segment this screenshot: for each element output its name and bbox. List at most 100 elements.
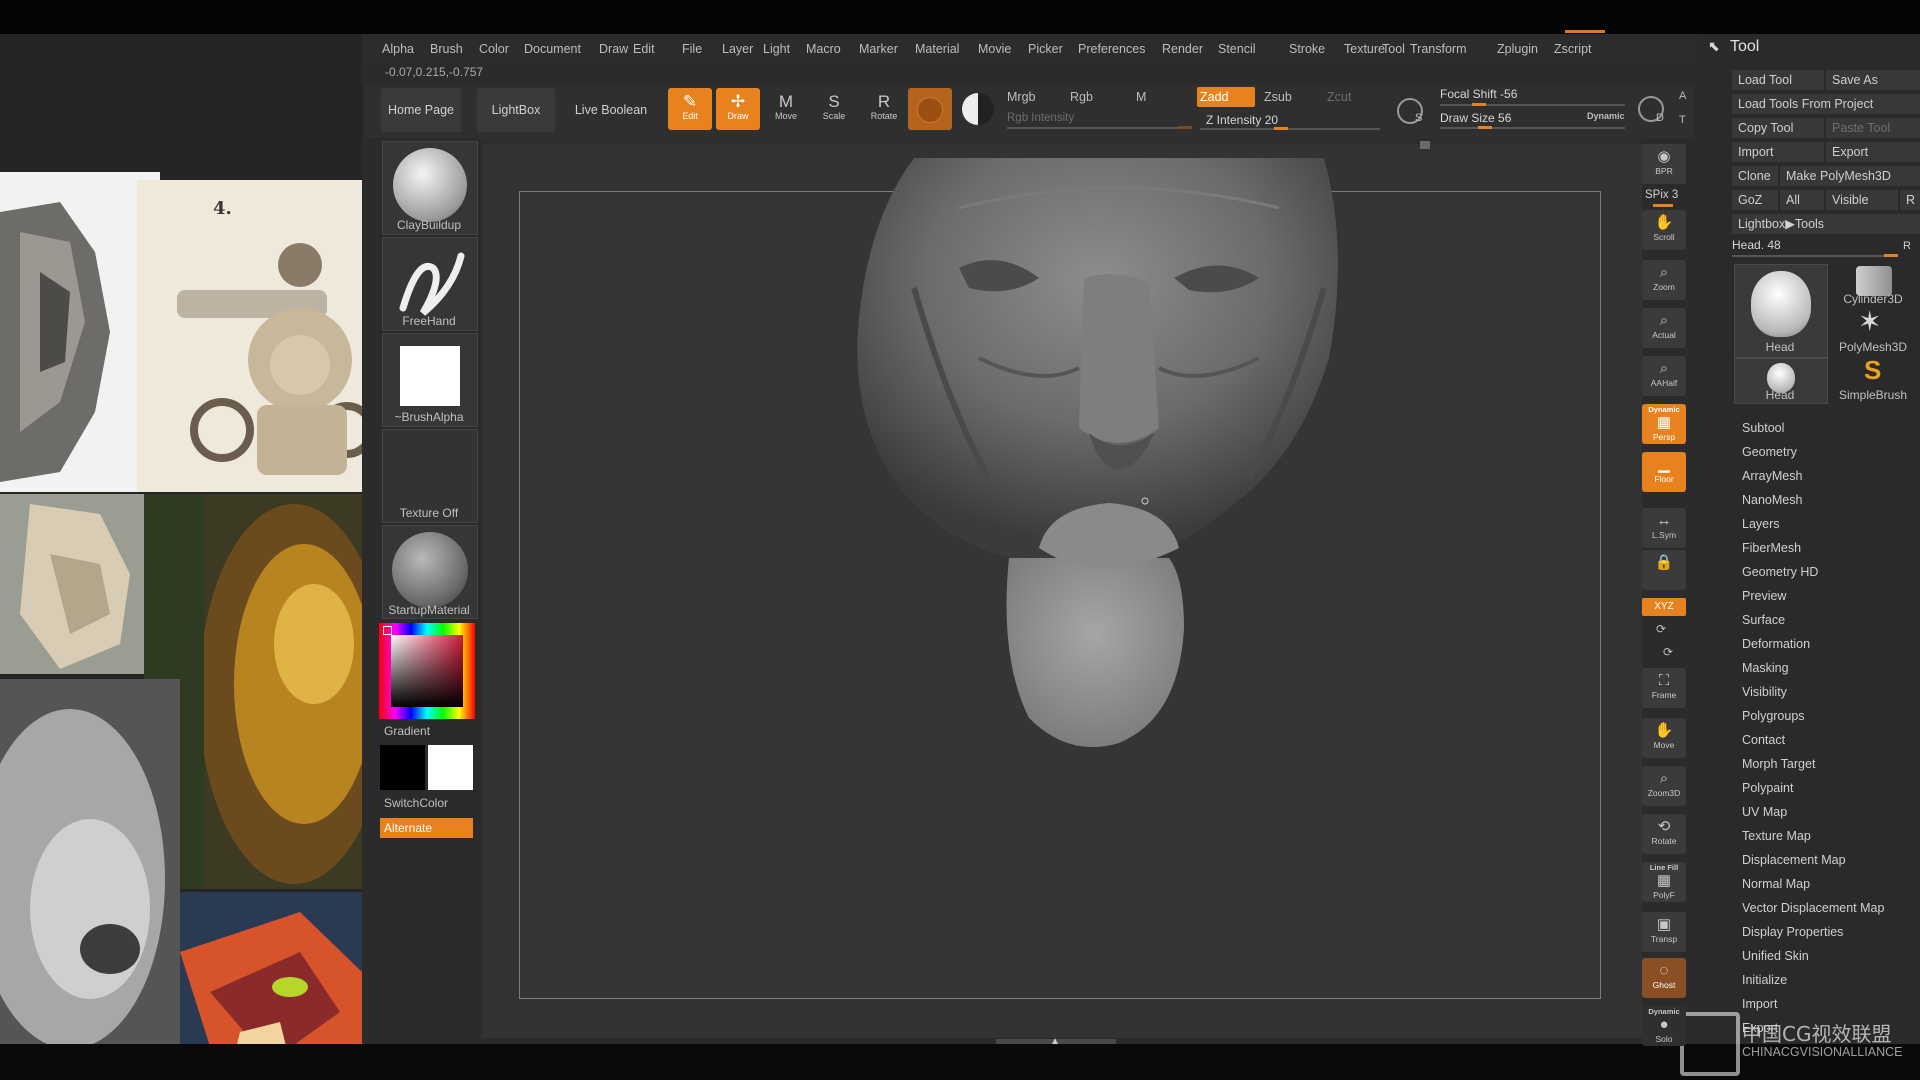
subpalette-geometry[interactable]: Geometry — [1742, 445, 1797, 459]
main-color-swatch[interactable] — [428, 745, 473, 790]
subpalette-nanomesh[interactable]: NanoMesh — [1742, 493, 1802, 507]
menu-document[interactable]: Document — [524, 42, 581, 56]
rotate-z-icon[interactable]: ⟳ — [1663, 645, 1673, 659]
rgb-intensity-slider-label[interactable]: Rgb Intensity — [1007, 112, 1074, 124]
tool-thumb-label[interactable]: SimpleBrush — [1826, 388, 1920, 402]
current-tool-slider-track[interactable] — [1732, 255, 1898, 257]
canvas-scroll-handle[interactable] — [1420, 141, 1430, 149]
subpalette-unified-skin[interactable]: Unified Skin — [1742, 949, 1809, 963]
spix-label[interactable]: SPix 3 — [1645, 189, 1678, 201]
menu-render[interactable]: Render — [1162, 42, 1203, 56]
make-polymesh3d-button[interactable]: Make PolyMesh3D — [1780, 166, 1920, 186]
menu-transform[interactable]: Transform — [1410, 42, 1467, 56]
canvas-top-scroll[interactable] — [482, 138, 1642, 144]
spix-slider-knob[interactable] — [1653, 204, 1673, 207]
menu-stroke[interactable]: Stroke — [1289, 42, 1325, 56]
menu-material[interactable]: Material — [915, 42, 959, 56]
subpalette-preview[interactable]: Preview — [1742, 589, 1786, 603]
subpalette-import[interactable]: Import — [1742, 997, 1777, 1011]
zcut-toggle[interactable]: Zcut — [1327, 90, 1351, 104]
current-tool-slider-label[interactable]: Head. 48 — [1732, 238, 1781, 252]
subpalette-initialize[interactable]: Initialize — [1742, 973, 1787, 987]
save-as-button[interactable]: Save As — [1826, 70, 1920, 90]
rotate-y-icon[interactable]: ⟳ — [1656, 622, 1666, 636]
secondary-color-swatch[interactable] — [380, 745, 425, 790]
draw-size-track[interactable] — [1440, 127, 1625, 129]
export-tool-button[interactable]: Export — [1826, 142, 1920, 162]
menu-edit[interactable]: Edit — [633, 42, 655, 56]
rgb-intensity-track[interactable] — [1007, 127, 1192, 129]
xyz-symmetry-toggle[interactable]: XYZ — [1642, 598, 1686, 616]
goz-button[interactable]: GoZ — [1732, 190, 1778, 210]
import-tool-button[interactable]: Import — [1732, 142, 1824, 162]
load-tools-from-project-button[interactable]: Load Tools From Project — [1732, 94, 1920, 114]
z-intensity-slider-label[interactable]: Z Intensity 20 — [1206, 113, 1278, 127]
menu-file[interactable]: File — [682, 42, 702, 56]
menu-tool[interactable]: Tool — [1382, 42, 1405, 56]
subpalette-texture-map[interactable]: Texture Map — [1742, 829, 1811, 843]
rotate-view-button[interactable]: ⟲ Rotate — [1642, 814, 1686, 854]
color-picker[interactable] — [379, 623, 475, 719]
menu-layer[interactable]: Layer — [722, 42, 753, 56]
color-picker-square[interactable] — [391, 635, 463, 707]
menu-color[interactable]: Color — [479, 42, 509, 56]
menu-light[interactable]: Light — [763, 42, 790, 56]
draw-size-knob[interactable] — [1478, 126, 1492, 129]
sculpt-model-lion-head[interactable] — [519, 158, 1599, 998]
lock-view-button[interactable]: 🔒 — [1642, 550, 1686, 590]
menu-preferences[interactable]: Preferences — [1078, 42, 1145, 56]
solo-view-button[interactable]: Dynamic ● Solo — [1642, 1006, 1686, 1046]
lightbox-tools-button[interactable]: Lightbox▶Tools — [1732, 214, 1920, 234]
menu-texture[interactable]: Texture — [1344, 42, 1385, 56]
zadd-toggle[interactable]: Zadd — [1197, 87, 1255, 107]
subpalette-subtool[interactable]: Subtool — [1742, 421, 1784, 435]
dynamic-toggle[interactable]: Dynamic — [1587, 111, 1625, 121]
edit-mode-button[interactable]: ✎ Edit — [668, 88, 712, 130]
subpalette-normal-map[interactable]: Normal Map — [1742, 877, 1810, 891]
switchcolor-button[interactable]: SwitchColor — [384, 796, 448, 810]
material-swatch-button[interactable] — [908, 88, 952, 130]
scroll-view-button[interactable]: ✋ Scroll — [1642, 210, 1686, 250]
zoom-view-button[interactable]: ⌕ Zoom — [1642, 260, 1686, 300]
menu-alpha[interactable]: Alpha — [382, 42, 414, 56]
focal-shift-knob[interactable] — [1472, 103, 1486, 106]
palette-pin-icon[interactable]: ⬉ — [1708, 38, 1720, 55]
menu-brush[interactable]: Brush — [430, 42, 463, 56]
copy-tool-button[interactable]: Copy Tool — [1732, 118, 1824, 138]
subpalette-uv-map[interactable]: UV Map — [1742, 805, 1787, 819]
menu-zscript[interactable]: Zscript — [1554, 42, 1592, 56]
l-sym-view-button[interactable]: ↔ L.Sym — [1642, 508, 1686, 548]
load-tool-button[interactable]: Load Tool — [1732, 70, 1824, 90]
menu-zplugin[interactable]: Zplugin — [1497, 42, 1538, 56]
subpalette-masking[interactable]: Masking — [1742, 661, 1789, 675]
scale-mode-button[interactable]: S Scale — [812, 88, 856, 130]
subpalette-vector-displacement-map[interactable]: Vector Displacement Map — [1742, 901, 1884, 915]
subpalette-geometry-hd[interactable]: Geometry HD — [1742, 565, 1818, 579]
menu-movie[interactable]: Movie — [978, 42, 1011, 56]
actual-view-button[interactable]: ⌕ Actual — [1642, 308, 1686, 348]
subpalette-surface[interactable]: Surface — [1742, 613, 1785, 627]
zoom3d-view-button[interactable]: ⌕ Zoom3D — [1642, 766, 1686, 806]
mrgb-toggle[interactable]: Mrgb — [1007, 90, 1035, 104]
goz-all-button[interactable]: All — [1780, 190, 1824, 210]
clone-button[interactable]: Clone — [1732, 166, 1778, 186]
paste-tool-button[interactable]: Paste Tool — [1826, 118, 1920, 138]
live-boolean-button[interactable]: Live Boolean — [568, 88, 654, 132]
simplebrush-icon[interactable]: S — [1864, 356, 1881, 384]
draw-mode-button[interactable]: ✢ Draw — [716, 88, 760, 130]
color-balance-icon[interactable] — [962, 93, 994, 125]
z-intensity-knob[interactable] — [1274, 127, 1288, 130]
subpalette-layers[interactable]: Layers — [1742, 517, 1780, 531]
subpalette-visibility[interactable]: Visibility — [1742, 685, 1787, 699]
subpalette-deformation[interactable]: Deformation — [1742, 637, 1810, 651]
current-tool-slider-knob[interactable] — [1884, 254, 1898, 257]
rotate-mode-button[interactable]: R Rotate — [862, 88, 906, 130]
menu-macro[interactable]: Macro — [806, 42, 841, 56]
m-toggle[interactable]: M — [1136, 90, 1146, 104]
menu-marker[interactable]: Marker — [859, 42, 898, 56]
home-page-button[interactable]: Home Page — [381, 88, 461, 132]
bpr-view-button[interactable]: ◉ BPR — [1642, 144, 1686, 184]
menu-draw[interactable]: Draw — [599, 42, 628, 56]
polyf-view-button[interactable]: Line Fill ▦ PolyF — [1642, 862, 1686, 902]
floor-view-button[interactable]: ▁ Floor — [1642, 452, 1686, 492]
